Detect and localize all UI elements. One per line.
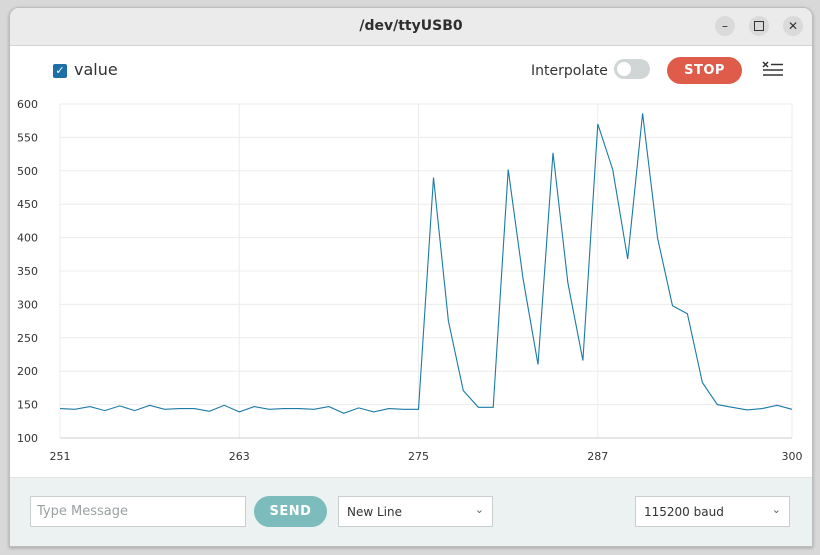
baud-rate-select[interactable]: 115200 baud ⌄ (635, 496, 790, 527)
maximize-icon (754, 21, 764, 31)
minimize-button[interactable]: – (715, 16, 735, 36)
line-ending-select[interactable]: New Line ⌄ (338, 496, 493, 527)
checkmark-icon: ✓ (55, 64, 65, 77)
interpolate-label: Interpolate (531, 63, 608, 79)
series-line-value (59, 113, 793, 414)
send-button[interactable]: SEND (254, 496, 327, 527)
minimize-icon: – (722, 19, 728, 33)
message-input[interactable] (30, 496, 246, 527)
interpolate-toggle[interactable] (614, 59, 650, 79)
legend-label[interactable]: value (74, 60, 118, 79)
toggle-knob (617, 62, 631, 76)
y-tick-label: 200 (17, 365, 38, 378)
x-tick-label: 251 (50, 450, 71, 463)
x-tick-label: 300 (782, 450, 803, 463)
legend-checkbox[interactable]: ✓ (53, 64, 67, 78)
x-tick-label: 263 (229, 450, 250, 463)
serial-plotter-window: /dev/ttyUSB0 – ✕ ✓ value Interpolate STO… (9, 7, 813, 547)
y-tick-label: 300 (17, 298, 38, 311)
x-tick-label: 287 (587, 450, 608, 463)
y-tick-label: 150 (17, 399, 38, 412)
y-tick-label: 600 (17, 98, 38, 111)
y-tick-label: 250 (17, 332, 38, 345)
line-ending-value: New Line (347, 505, 402, 519)
y-tick-label: 450 (17, 198, 38, 211)
plotter-toolbar: ✓ value Interpolate STOP (10, 46, 812, 94)
x-tick-label: 275 (408, 450, 429, 463)
baud-rate-value: 115200 baud (644, 505, 724, 519)
y-tick-label: 100 (17, 432, 38, 445)
window-title: /dev/ttyUSB0 (359, 18, 463, 34)
clear-list-icon[interactable] (762, 60, 784, 80)
y-tick-label: 550 (17, 131, 38, 144)
title-bar: /dev/ttyUSB0 – ✕ (10, 8, 812, 46)
maximize-button[interactable] (749, 16, 769, 36)
close-icon: ✕ (787, 19, 799, 33)
chevron-down-icon: ⌄ (474, 503, 484, 516)
y-tick-label: 500 (17, 165, 38, 178)
stop-button[interactable]: STOP (667, 57, 742, 84)
message-bar: SEND New Line ⌄ 115200 baud ⌄ (10, 477, 812, 546)
y-tick-label: 350 (17, 265, 38, 278)
y-tick-label: 400 (17, 232, 38, 245)
line-chart: 100 150 200 250 300 350 400 450 500 550 600 251 263 2… (17, 98, 803, 463)
chevron-down-icon: ⌄ (771, 503, 781, 516)
close-button[interactable]: ✕ (783, 16, 803, 36)
